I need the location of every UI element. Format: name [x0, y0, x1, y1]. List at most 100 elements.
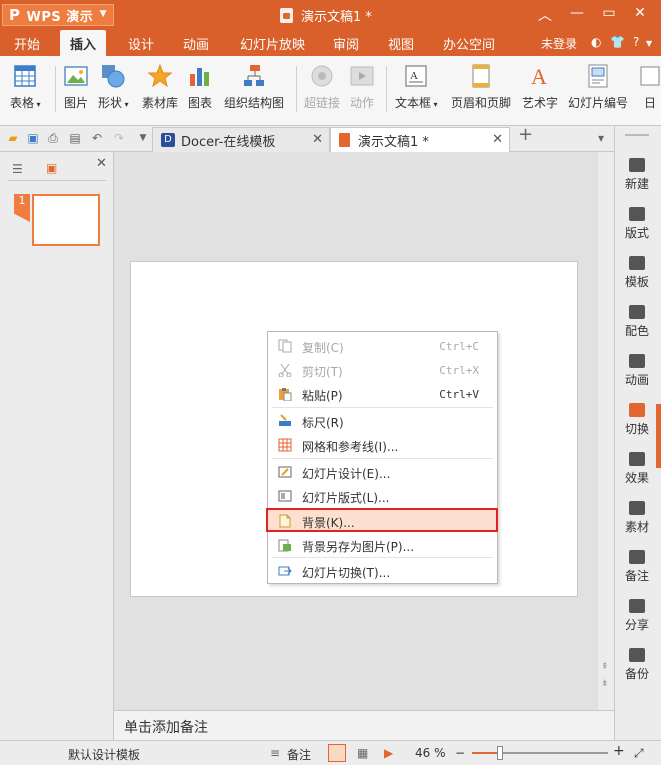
- task-layout[interactable]: 版式: [615, 207, 659, 241]
- panel-collapse-handle[interactable]: [656, 404, 661, 468]
- task-new[interactable]: 新建: [615, 158, 659, 192]
- app-label: WPS 演示: [26, 9, 94, 25]
- scroll-down-icon[interactable]: ⇟: [601, 679, 609, 689]
- skin-icon[interactable]: ◐: [591, 35, 601, 49]
- menu-item-office-space[interactable]: 办公空间: [443, 34, 495, 53]
- chevron-down-icon[interactable]: ▼: [646, 39, 652, 48]
- materials-icon: [629, 501, 645, 515]
- help-icon[interactable]: ?: [633, 35, 639, 49]
- task-animation[interactable]: 动画: [615, 354, 659, 388]
- tab-document[interactable]: 演示文稿1 * ✕: [330, 127, 510, 152]
- task-share[interactable]: 分享: [615, 599, 659, 633]
- menu-item-cut[interactable]: 剪切(T) Ctrl+X: [268, 359, 497, 381]
- vertical-scrollbar[interactable]: ⇞ ⇟: [598, 152, 614, 710]
- menu-item-grid-guides[interactable]: 网格和参考线(I)...: [268, 434, 497, 456]
- login-link[interactable]: 未登录: [541, 35, 577, 52]
- material-library-button[interactable]: 素材库: [142, 63, 178, 111]
- new-tab-icon[interactable]: +: [518, 126, 533, 144]
- task-notes[interactable]: 备注: [615, 550, 659, 584]
- print-preview-icon[interactable]: ▤: [68, 131, 82, 145]
- task-effects[interactable]: 效果: [615, 452, 659, 486]
- menu-item-slide-layout[interactable]: 幻灯片版式(L)...: [268, 485, 497, 507]
- picture-button[interactable]: 图片: [64, 64, 88, 111]
- task-template[interactable]: 模板: [615, 256, 659, 290]
- save-icon[interactable]: ▣: [26, 131, 40, 145]
- share-icon: [629, 599, 645, 613]
- table-button[interactable]: 表格 ▾: [10, 64, 41, 111]
- task-transition[interactable]: 切换: [615, 403, 659, 437]
- notes-toggle-label[interactable]: 备注: [287, 746, 311, 763]
- slide-thumbnail[interactable]: [32, 194, 100, 246]
- notes-area[interactable]: 单击添加备注: [114, 710, 614, 740]
- menu-item-save-background[interactable]: 背景另存为图片(P)...: [268, 534, 497, 556]
- menu-item-copy[interactable]: 复制(C) Ctrl+C: [268, 335, 497, 357]
- picture-icon: [64, 64, 88, 88]
- menu-item-paste[interactable]: 粘贴(P) Ctrl+V: [268, 383, 497, 405]
- zoom-slider[interactable]: [472, 746, 608, 760]
- tab-list-icon[interactable]: ▾: [594, 131, 608, 145]
- close-tab-icon[interactable]: ✕: [312, 132, 323, 147]
- task-color-scheme[interactable]: 配色: [615, 305, 659, 339]
- normal-view-icon[interactable]: [328, 744, 346, 762]
- maximize-icon[interactable]: ▭: [597, 5, 621, 21]
- close-tab-icon[interactable]: ✕: [492, 132, 503, 147]
- restore-icon[interactable]: —: [565, 5, 589, 21]
- slide-number-button[interactable]: 幻灯片编号: [568, 64, 628, 111]
- save-background-icon: [278, 538, 292, 552]
- slideshow-view-icon[interactable]: ▶: [384, 746, 393, 760]
- wordart-button[interactable]: A 艺术字: [522, 64, 558, 111]
- redo-icon[interactable]: ↷: [112, 131, 126, 145]
- ribbon-separator: [386, 66, 387, 112]
- textbox-button[interactable]: A 文本框 ▾: [395, 64, 438, 111]
- minimize-icon[interactable]: ︿: [533, 5, 557, 25]
- action-button[interactable]: 动作: [350, 64, 374, 111]
- fit-window-icon[interactable]: ⤢: [634, 746, 644, 761]
- context-menu: 复制(C) Ctrl+C 剪切(T) Ctrl+X 粘贴(P) Ctrl+V 标…: [266, 331, 498, 584]
- shirt-icon[interactable]: 👕: [610, 35, 625, 49]
- menu-item-slide-design[interactable]: 幻灯片设计(E)...: [268, 461, 497, 483]
- close-icon[interactable]: ✕: [628, 5, 652, 21]
- shapes-button[interactable]: 形状 ▾: [98, 64, 129, 111]
- menu-item-ruler[interactable]: 标尺(R): [268, 410, 497, 432]
- chart-icon: [188, 64, 212, 88]
- sorter-view-icon[interactable]: ▦: [357, 746, 368, 760]
- date-button[interactable]: 日: [638, 64, 661, 111]
- notes-toggle-icon[interactable]: ≡: [270, 746, 280, 760]
- effects-icon: [629, 452, 645, 466]
- slide-view-icon[interactable]: ▣: [46, 161, 57, 175]
- zoom-out-button[interactable]: −: [455, 746, 465, 760]
- close-panel-icon[interactable]: ✕: [96, 156, 107, 171]
- header-footer-button[interactable]: 页眉和页脚: [451, 64, 511, 111]
- menu-separator: [272, 458, 493, 459]
- tab-bar: ▰ ▣ ⎙ ▤ ↶ ↷ ▼ D Docer-在线模板 ✕ 演示文稿1 * ✕ +…: [0, 126, 661, 152]
- menu-item-design[interactable]: 设计: [128, 34, 154, 53]
- task-materials[interactable]: 素材: [615, 501, 659, 535]
- chevron-down-icon[interactable]: ▼: [136, 131, 150, 145]
- tab-docer-templates[interactable]: D Docer-在线模板 ✕: [152, 127, 330, 152]
- open-folder-icon[interactable]: ▰: [6, 131, 20, 145]
- copy-icon: [278, 339, 292, 353]
- scroll-up-icon[interactable]: ⇞: [601, 662, 609, 672]
- print-icon[interactable]: ⎙: [46, 131, 60, 145]
- menu-item-home[interactable]: 开始: [14, 34, 40, 53]
- menu-item-slideshow[interactable]: 幻灯片放映: [240, 34, 305, 53]
- undo-icon[interactable]: ↶: [90, 131, 104, 145]
- task-backup[interactable]: 备份: [615, 648, 659, 682]
- zoom-slider-thumb[interactable]: [497, 746, 503, 760]
- menu-item-background[interactable]: 背景(K)...: [266, 508, 498, 532]
- menu-bar: 开始 插入 设计 动画 幻灯片放映 审阅 视图 办公空间 未登录 ◐ 👕 ? ▼: [0, 30, 661, 56]
- menu-item-view[interactable]: 视图: [388, 34, 414, 53]
- template-name: 默认设计模板: [68, 748, 141, 762]
- app-menu-button[interactable]: P WPS 演示 ▼: [2, 4, 114, 26]
- zoom-value[interactable]: 46 %: [415, 746, 446, 760]
- org-chart-button[interactable]: 组织结构图: [224, 64, 284, 111]
- zoom-in-button[interactable]: +: [613, 743, 625, 759]
- hyperlink-button[interactable]: 超链接: [304, 64, 340, 111]
- outline-view-icon[interactable]: ☰: [12, 162, 23, 176]
- header-footer-icon: [469, 64, 493, 88]
- menu-item-animation[interactable]: 动画: [183, 34, 209, 53]
- menu-item-insert[interactable]: 插入: [60, 30, 107, 56]
- menu-item-slide-transition[interactable]: 幻灯片切换(T)...: [268, 560, 497, 582]
- chart-button[interactable]: 图表: [188, 64, 212, 111]
- menu-item-review[interactable]: 审阅: [333, 34, 359, 53]
